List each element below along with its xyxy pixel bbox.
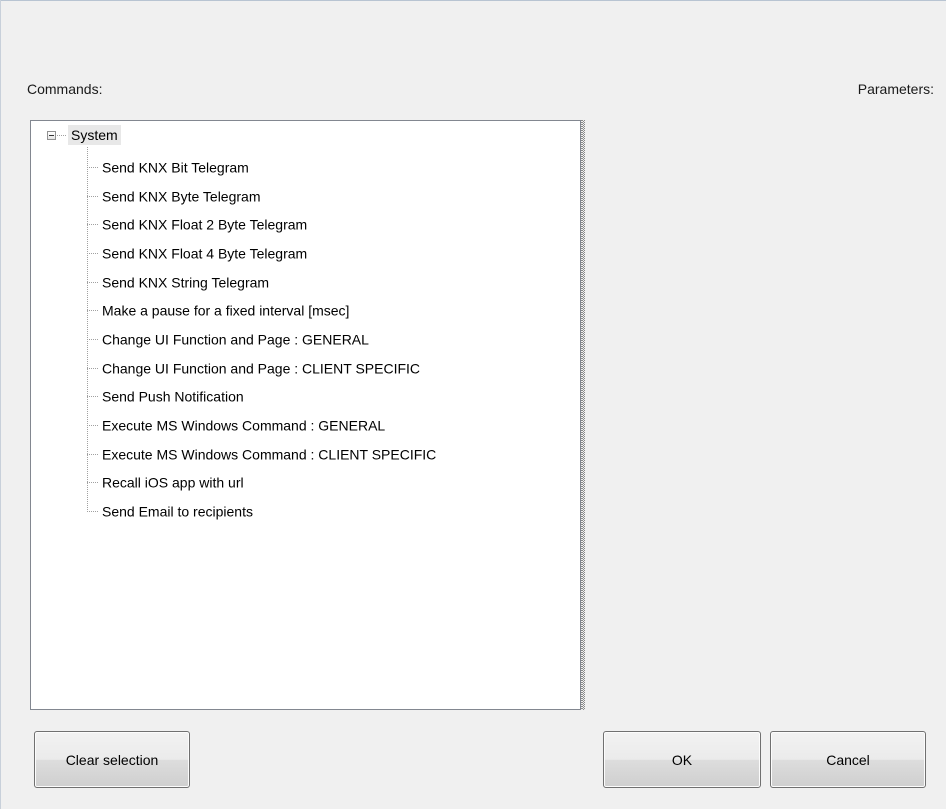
tree-connector [87,367,99,369]
tree-connector [87,395,99,397]
tree-item-label: Change UI Function and Page : GENERAL [102,331,369,348]
tree-item-label: Make a pause for a fixed interval [msec] [102,302,350,319]
tree-item-send-knx-byte-telegram[interactable]: Send KNX Byte Telegram [87,185,261,205]
collapse-icon[interactable] [47,131,56,140]
tree-item-send-knx-float-4-byte-telegram[interactable]: Send KNX Float 4 Byte Telegram [87,242,307,262]
tree-connector [87,252,99,254]
splitter-handle[interactable] [581,120,585,710]
tree-node-system[interactable]: System [68,125,121,145]
tree-item-make-a-pause[interactable]: Make a pause for a fixed interval [msec] [87,299,349,319]
tree-item-send-email[interactable]: Send Email to recipients [87,500,253,520]
tree-item-label: Change UI Function and Page : CLIENT SPE… [102,360,421,377]
tree-item-execute-ms-windows-general[interactable]: Execute MS Windows Command : GENERAL [87,414,385,434]
tree-item-change-ui-client-specific[interactable]: Change UI Function and Page : CLIENT SPE… [87,357,420,377]
tree-item-send-knx-string-telegram[interactable]: Send KNX String Telegram [87,271,269,291]
tree-item-label: Execute MS Windows Command : GENERAL [102,417,386,434]
tree-connector [87,223,99,225]
commands-label: Commands: [27,81,103,97]
tree-item-label: Send KNX String Telegram [102,274,270,291]
tree-connector [87,195,99,197]
cancel-button[interactable]: Cancel [770,731,926,788]
tree-item-recall-ios-app[interactable]: Recall iOS app with url [87,471,244,491]
tree-connector [87,281,99,283]
parameters-label: Parameters: [857,81,934,97]
tree-connector [87,510,99,512]
tree-item-label: Recall iOS app with url [102,474,244,491]
tree-item-send-push-notification[interactable]: Send Push Notification [87,385,244,405]
tree-item-label: Send KNX Float 2 Byte Telegram [102,216,308,233]
tree-connector [87,166,99,168]
tree-connector [87,338,99,340]
tree-item-label: Execute MS Windows Command : CLIENT SPEC… [102,446,437,463]
tree-item-change-ui-general[interactable]: Change UI Function and Page : GENERAL [87,328,369,348]
tree-item-label: Send Push Notification [102,388,244,405]
tree-connector [87,453,99,455]
tree-connector [87,424,99,426]
tree-item-label: Send KNX Bit Telegram [102,159,249,176]
ok-button[interactable]: OK [603,731,761,788]
clear-selection-button[interactable]: Clear selection [34,731,190,788]
window-top-border [0,0,946,1]
tree-item-label: Send Email to recipients [102,503,253,520]
tree-connector [87,309,99,311]
tree-item-label: Send KNX Byte Telegram [102,188,261,205]
tree-item-send-knx-float-2-byte-telegram[interactable]: Send KNX Float 2 Byte Telegram [87,213,307,233]
tree-item-execute-ms-windows-client-specific[interactable]: Execute MS Windows Command : CLIENT SPEC… [87,443,436,463]
tree-item-label: Send KNX Float 4 Byte Telegram [102,245,308,262]
tree-connector [57,135,67,136]
tree-connector [87,481,99,483]
tree-item-send-knx-bit-telegram[interactable]: Send KNX Bit Telegram [87,156,249,176]
window-left-border [0,0,1,809]
